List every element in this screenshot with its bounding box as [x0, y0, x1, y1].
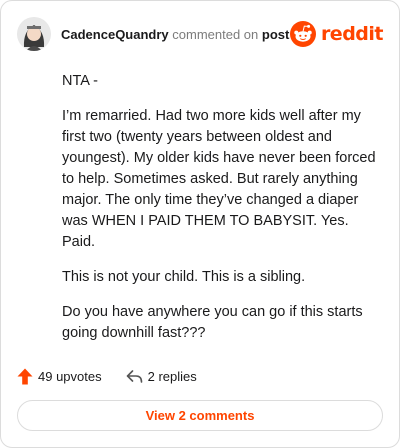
- comment-paragraph: I’m remarried. Had two more kids well af…: [62, 108, 376, 250]
- comment-paragraph: This is not your child. This is a siblin…: [62, 269, 306, 285]
- view-comments-label: View 2 comments: [145, 408, 255, 423]
- username-link[interactable]: CadenceQuandry: [61, 27, 169, 42]
- reply-button[interactable]: 2 replies: [126, 369, 197, 384]
- byline: CadenceQuandry commented on post: [61, 27, 289, 42]
- brand-wordmark: reddit: [320, 23, 384, 45]
- reply-count: 2 replies: [147, 368, 197, 384]
- post-link[interactable]: post: [262, 27, 289, 42]
- view-comments-button[interactable]: View 2 comments: [17, 400, 383, 431]
- reddit-logo-icon: [289, 21, 316, 47]
- comment-actions: 49 upvotes 2 replies: [17, 365, 221, 387]
- upvote-count: 49 upvotes: [38, 368, 102, 384]
- reddit-logo[interactable]: reddit: [289, 19, 384, 49]
- reply-arrow-icon: [126, 369, 142, 383]
- comment-header: CadenceQuandry commented on post reddit: [17, 17, 384, 51]
- upvote-arrow-icon: [17, 368, 33, 384]
- comment-card: CadenceQuandry commented on post reddit …: [0, 0, 400, 448]
- comment-paragraph: NTA -: [62, 73, 98, 89]
- avatar-icon[interactable]: [17, 17, 51, 51]
- comment-paragraph: Do you have anywhere you can go if this …: [62, 304, 363, 341]
- comment-body: NTA - I’m remarried. Had two more kids w…: [62, 71, 380, 358]
- byline-text: commented on: [168, 27, 262, 42]
- upvote-button[interactable]: 49 upvotes: [17, 368, 102, 385]
